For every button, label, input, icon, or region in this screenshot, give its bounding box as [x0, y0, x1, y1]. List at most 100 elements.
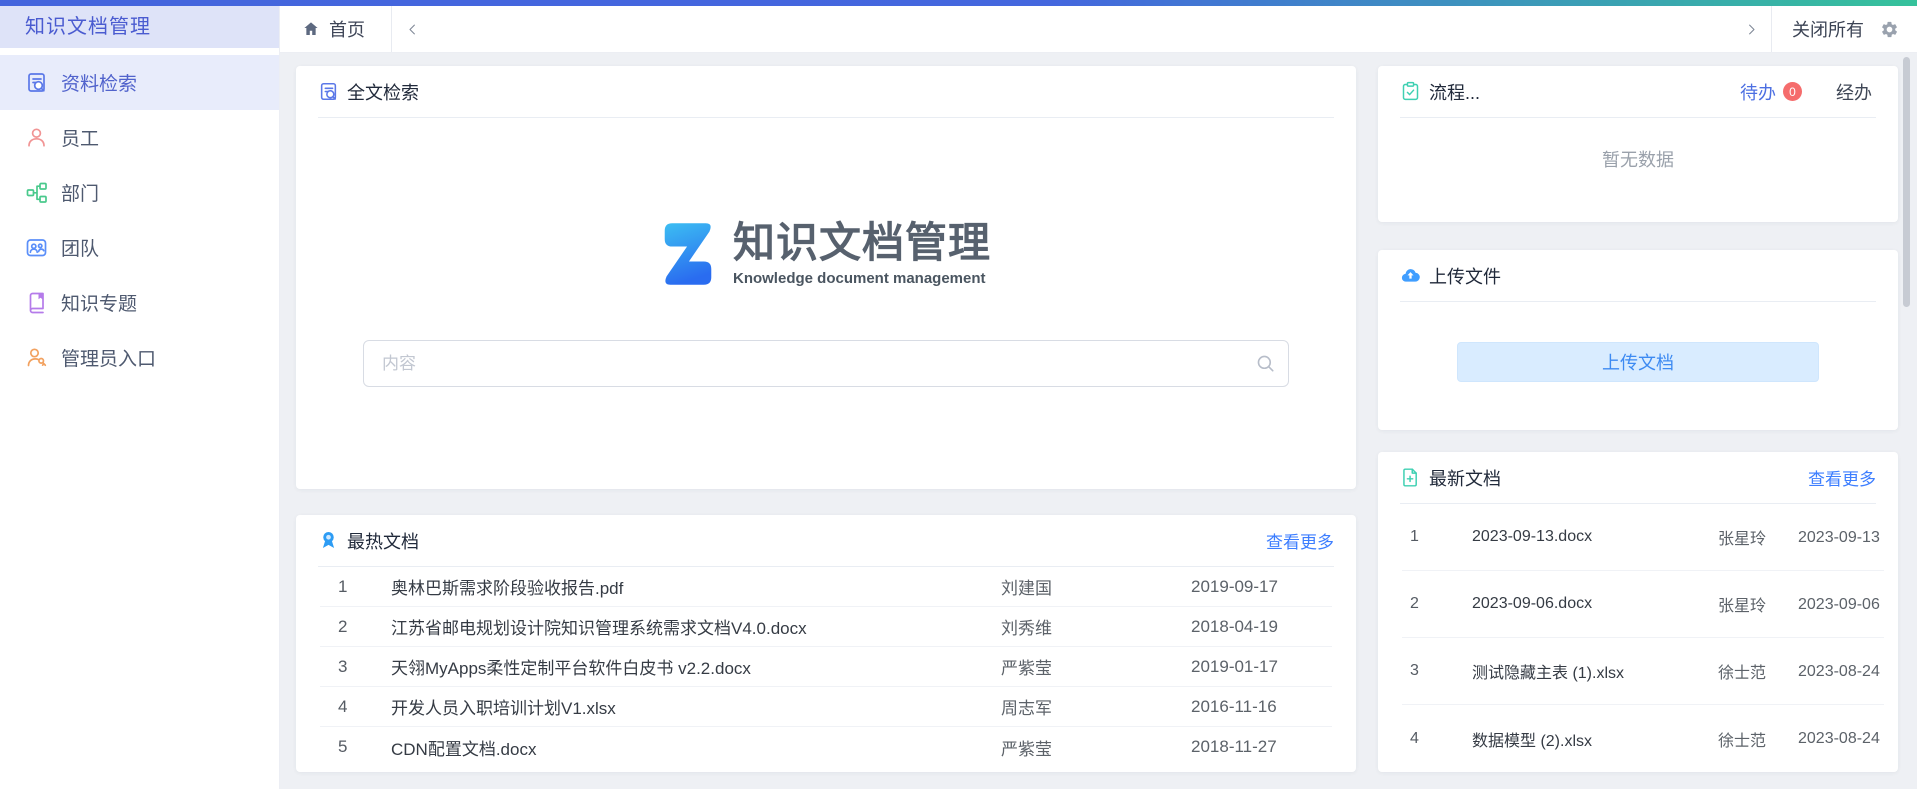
- doc-title[interactable]: CDN配置文档.docx: [370, 735, 1001, 760]
- empty-state-text: 暂无数据: [1378, 146, 1898, 172]
- table-row[interactable]: 1 奥林巴斯需求阶段验收报告.pdf 刘建国 2019-09-17: [320, 567, 1332, 607]
- sidebar: 知识文档管理 资料检索: [0, 6, 280, 789]
- row-index: 4: [320, 697, 370, 717]
- doc-date: 2023-08-24: [1798, 657, 1884, 686]
- sidebar-item-search[interactable]: 资料检索: [0, 55, 279, 110]
- settings-button[interactable]: [1880, 20, 1899, 39]
- sidebar-item-label: 员工: [61, 124, 99, 151]
- hot-docs-card: 最热文档 查看更多 1 奥林巴斯需求阶段验收报告.pdf 刘建国 2019-09…: [296, 515, 1356, 772]
- sidebar-item-employee[interactable]: 员工: [0, 110, 279, 165]
- sidebar-item-label: 管理员入口: [61, 344, 156, 371]
- card-title: 上传文件: [1429, 263, 1501, 289]
- table-row[interactable]: 2 2023-09-06.docx 张星玲 2023-09-06: [1402, 571, 1884, 638]
- nav-back-button[interactable]: [392, 6, 432, 52]
- clipboard-check-icon: [1400, 81, 1421, 102]
- doc-date: 2016-11-16: [1191, 697, 1332, 717]
- table-row[interactable]: 1 2023-09-13.docx 张星玲 2023-09-13: [1402, 504, 1884, 571]
- doc-author: 严紫莹: [1001, 735, 1191, 760]
- card-title: 全文检索: [347, 79, 419, 105]
- table-row[interactable]: 3 测试隐藏主表 (1).xlsx 徐士范 2023-08-24: [1402, 638, 1884, 705]
- flow-card: 流程... 待办 0 经办 暂无数据: [1378, 66, 1898, 222]
- doc-search-icon: [318, 81, 339, 102]
- row-index: 2: [1402, 595, 1442, 613]
- doc-author: 刘秀维: [1001, 614, 1191, 639]
- person-icon: [25, 126, 48, 149]
- chevron-right-icon: [1744, 22, 1759, 37]
- medal-icon: [318, 530, 339, 551]
- home-icon: [302, 20, 320, 38]
- card-title: 最新文档: [1429, 465, 1501, 491]
- search-input[interactable]: [363, 340, 1289, 387]
- doc-author: 周志军: [1001, 694, 1191, 719]
- sidebar-item-label: 团队: [61, 234, 99, 261]
- doc-title[interactable]: 开发人员入职培训计划V1.xlsx: [370, 694, 1001, 719]
- recent-docs-card: 最新文档 查看更多 1 2023-09-13.docx 张星玲 2023-09-…: [1378, 452, 1898, 772]
- recent-docs-more-link[interactable]: 查看更多: [1808, 465, 1876, 490]
- table-row[interactable]: 2 江苏省邮电规划设计院知识管理系统需求文档V4.0.docx 刘秀维 2018…: [320, 607, 1332, 647]
- upload-doc-button[interactable]: 上传文档: [1457, 342, 1819, 382]
- fulltext-search-card: 全文检索 知识文: [296, 66, 1356, 489]
- row-index: 1: [320, 577, 370, 597]
- doc-title[interactable]: 奥林巴斯需求阶段验收报告.pdf: [370, 574, 1001, 599]
- doc-title[interactable]: 测试隐藏主表 (1).xlsx: [1442, 659, 1718, 683]
- hot-docs-table: 1 奥林巴斯需求阶段验收报告.pdf 刘建国 2019-09-17 2 江苏省邮…: [296, 567, 1356, 767]
- doc-title[interactable]: 数据模型 (2).xlsx: [1442, 727, 1718, 751]
- row-index: 1: [1402, 528, 1442, 546]
- table-row[interactable]: 4 开发人员入职培训计划V1.xlsx 周志军 2016-11-16: [320, 687, 1332, 727]
- tab-home[interactable]: 首页: [280, 6, 392, 52]
- doc-author: 严紫莹: [1001, 654, 1191, 679]
- team-icon: [25, 236, 48, 259]
- app-title: 知识文档管理: [0, 6, 279, 48]
- search-icon[interactable]: [1256, 354, 1275, 373]
- doc-title[interactable]: 江苏省邮电规划设计院知识管理系统需求文档V4.0.docx: [370, 614, 1001, 639]
- row-index: 2: [320, 617, 370, 637]
- doc-title[interactable]: 2023-09-06.docx: [1442, 595, 1718, 613]
- sidebar-item-label: 资料检索: [61, 69, 137, 96]
- table-row[interactable]: 3 天翎MyApps柔性定制平台软件白皮书 v2.2.docx 严紫莹 2019…: [320, 647, 1332, 687]
- row-index: 3: [320, 657, 370, 677]
- doc-title[interactable]: 天翎MyApps柔性定制平台软件白皮书 v2.2.docx: [370, 654, 1001, 679]
- sidebar-menu: 资料检索 员工: [0, 55, 279, 385]
- brand-subtitle: Knowledge document management: [733, 270, 991, 287]
- sidebar-item-label: 部门: [61, 179, 99, 206]
- nav-forward-button[interactable]: [1731, 6, 1771, 52]
- tab-done[interactable]: 经办: [1836, 79, 1872, 105]
- brand-name: 知识文档管理: [733, 221, 991, 265]
- sidebar-item-team[interactable]: 团队: [0, 220, 279, 275]
- scrollbar-thumb[interactable]: [1903, 57, 1910, 307]
- card-title: 最热文档: [347, 528, 419, 554]
- table-row[interactable]: 5 CDN配置文档.docx 严紫莹 2018-11-27: [320, 727, 1332, 767]
- row-index: 4: [1402, 730, 1442, 748]
- doc-date: 2019-01-17: [1191, 657, 1332, 677]
- doc-date: 2019-09-17: [1191, 577, 1332, 597]
- doc-author: 刘建国: [1001, 574, 1191, 599]
- table-row[interactable]: 4 数据模型 (2).xlsx 徐士范 2023-08-24: [1402, 705, 1884, 772]
- org-chart-icon: [25, 181, 48, 204]
- doc-title[interactable]: 2023-09-13.docx: [1442, 528, 1718, 546]
- logo-z-icon: [661, 218, 715, 290]
- sidebar-item-admin[interactable]: 管理员入口: [0, 330, 279, 385]
- doc-author: 张星玲: [1718, 592, 1798, 616]
- admin-key-icon: [25, 346, 48, 369]
- card-title: 流程...: [1429, 79, 1480, 105]
- gear-icon: [1880, 20, 1899, 39]
- tab-todo[interactable]: 待办 0: [1740, 79, 1802, 105]
- tab-home-label: 首页: [329, 16, 365, 42]
- doc-plus-icon: [1400, 467, 1421, 488]
- doc-date: 2018-11-27: [1191, 737, 1332, 757]
- hot-docs-more-link[interactable]: 查看更多: [1266, 528, 1334, 553]
- sidebar-item-topics[interactable]: 知识专题: [0, 275, 279, 330]
- cloud-upload-icon: [1400, 265, 1421, 286]
- doc-date: 2023-09-06: [1798, 590, 1884, 619]
- doc-search-icon: [25, 71, 48, 94]
- sidebar-item-department[interactable]: 部门: [0, 165, 279, 220]
- doc-date: 2023-09-13: [1798, 523, 1884, 552]
- content-area: 全文检索 知识文: [280, 53, 1917, 789]
- book-icon: [25, 291, 48, 314]
- chevron-left-icon: [405, 22, 420, 37]
- upload-card: 上传文件 上传文档: [1378, 250, 1898, 430]
- doc-author: 张星玲: [1718, 525, 1798, 549]
- top-accent-bar: [0, 0, 1917, 6]
- sidebar-item-label: 知识专题: [61, 289, 137, 316]
- close-all-button[interactable]: 关闭所有: [1772, 16, 1880, 42]
